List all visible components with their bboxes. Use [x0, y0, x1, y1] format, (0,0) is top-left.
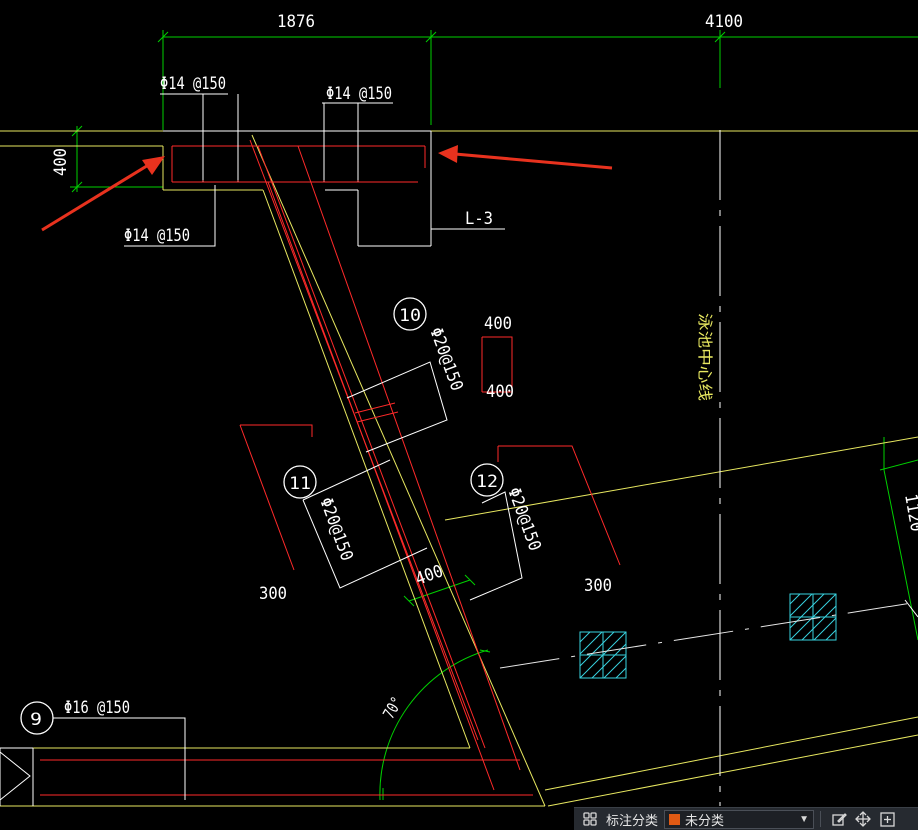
- chevron-down-icon: ▼: [799, 813, 810, 825]
- cad-drawing-canvas[interactable]: 1876 4100 400 Φ14 @150 Φ14 @150 Φ14 @150…: [0, 0, 918, 830]
- dim-1876: 1876: [277, 12, 315, 32]
- rebar-top-right: Φ14 @150: [326, 84, 392, 104]
- edit-icon[interactable]: [827, 809, 851, 830]
- grid-icon[interactable]: [578, 809, 602, 830]
- category-label: 标注分类: [606, 812, 659, 828]
- dim-400-left: 400: [51, 148, 71, 176]
- bubble-10-label: 10: [399, 306, 421, 326]
- annotation-toolbar: 标注分类 未分类 ▼: [574, 807, 918, 830]
- category-select[interactable]: 未分类 ▼: [664, 809, 815, 829]
- rebar-bottom-left: Φ14 @150: [124, 226, 190, 246]
- rebar-top-left: Φ14 @150: [160, 74, 226, 94]
- bubble-12-label: 12: [476, 472, 498, 492]
- axis-note: 泳池中心线: [696, 313, 714, 401]
- bubble-11-label: 11: [289, 474, 311, 494]
- category-value: 未分类: [685, 812, 725, 828]
- dim-4100: 4100: [705, 12, 743, 32]
- dim-300-left: 300: [259, 584, 287, 604]
- move-icon[interactable]: [851, 809, 875, 830]
- rebar-9: Φ16 @150: [64, 698, 130, 718]
- toolbar-divider: [820, 811, 822, 827]
- category-swatch: [669, 813, 681, 825]
- dim-400-right-top: 400: [484, 314, 512, 334]
- dim-400-right-bottom: 400: [486, 382, 514, 402]
- beam-label: L-3: [465, 209, 493, 229]
- dim-300-right: 300: [584, 576, 612, 596]
- zoom-icon[interactable]: [875, 809, 899, 830]
- bubble-9-label: 9: [30, 710, 42, 730]
